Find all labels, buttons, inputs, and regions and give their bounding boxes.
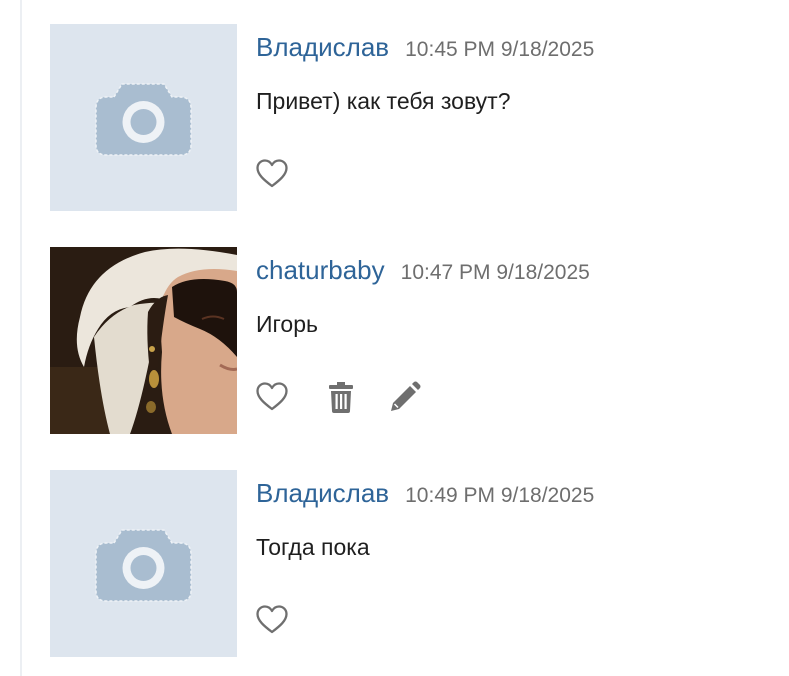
message-meta: Владислав 10:49 PM 9/18/2025 xyxy=(256,478,594,509)
like-button[interactable] xyxy=(254,157,290,191)
avatar[interactable] xyxy=(50,247,237,434)
camera-placeholder-icon xyxy=(95,529,192,602)
trash-icon xyxy=(329,382,353,413)
message-item: chaturbaby 10:47 PM 9/18/2025 Игорь xyxy=(50,247,750,434)
thread-left-border xyxy=(20,0,22,676)
like-button[interactable] xyxy=(254,603,290,637)
avatar-placeholder[interactable] xyxy=(50,24,237,211)
timestamp: 10:47 PM 9/18/2025 xyxy=(400,261,590,284)
heart-icon xyxy=(256,159,288,188)
author-name[interactable]: Владислав xyxy=(256,478,389,508)
message-content: Владислав 10:49 PM 9/18/2025 Тогда пока xyxy=(256,470,756,657)
like-button[interactable] xyxy=(254,380,290,414)
message-content: Владислав 10:45 PM 9/18/2025 Привет) как … xyxy=(256,24,756,211)
camera-placeholder-icon xyxy=(95,83,192,156)
timestamp: 10:49 PM 9/18/2025 xyxy=(405,484,595,507)
message-text: Тогда пока xyxy=(256,534,370,560)
message-content: chaturbaby 10:47 PM 9/18/2025 Игорь xyxy=(256,247,756,434)
heart-icon xyxy=(256,382,288,411)
heart-icon xyxy=(256,605,288,634)
pencil-icon xyxy=(391,381,421,411)
edit-button[interactable] xyxy=(387,380,423,414)
message-meta: Владислав 10:45 PM 9/18/2025 xyxy=(256,32,594,63)
message-text: Игорь xyxy=(256,311,318,337)
message-text: Привет) как тебя зовут? xyxy=(256,88,511,114)
message-item: Владислав 10:45 PM 9/18/2025 Привет) как … xyxy=(50,24,750,211)
avatar-placeholder[interactable] xyxy=(50,470,237,657)
message-item: Владислав 10:49 PM 9/18/2025 Тогда пока xyxy=(50,470,750,657)
message-meta: chaturbaby 10:47 PM 9/18/2025 xyxy=(256,255,590,286)
delete-button[interactable] xyxy=(323,380,359,414)
timestamp: 10:45 PM 9/18/2025 xyxy=(405,38,595,61)
author-name[interactable]: Владислав xyxy=(256,32,389,62)
user-photo xyxy=(50,247,237,434)
author-name[interactable]: chaturbaby xyxy=(256,255,385,285)
